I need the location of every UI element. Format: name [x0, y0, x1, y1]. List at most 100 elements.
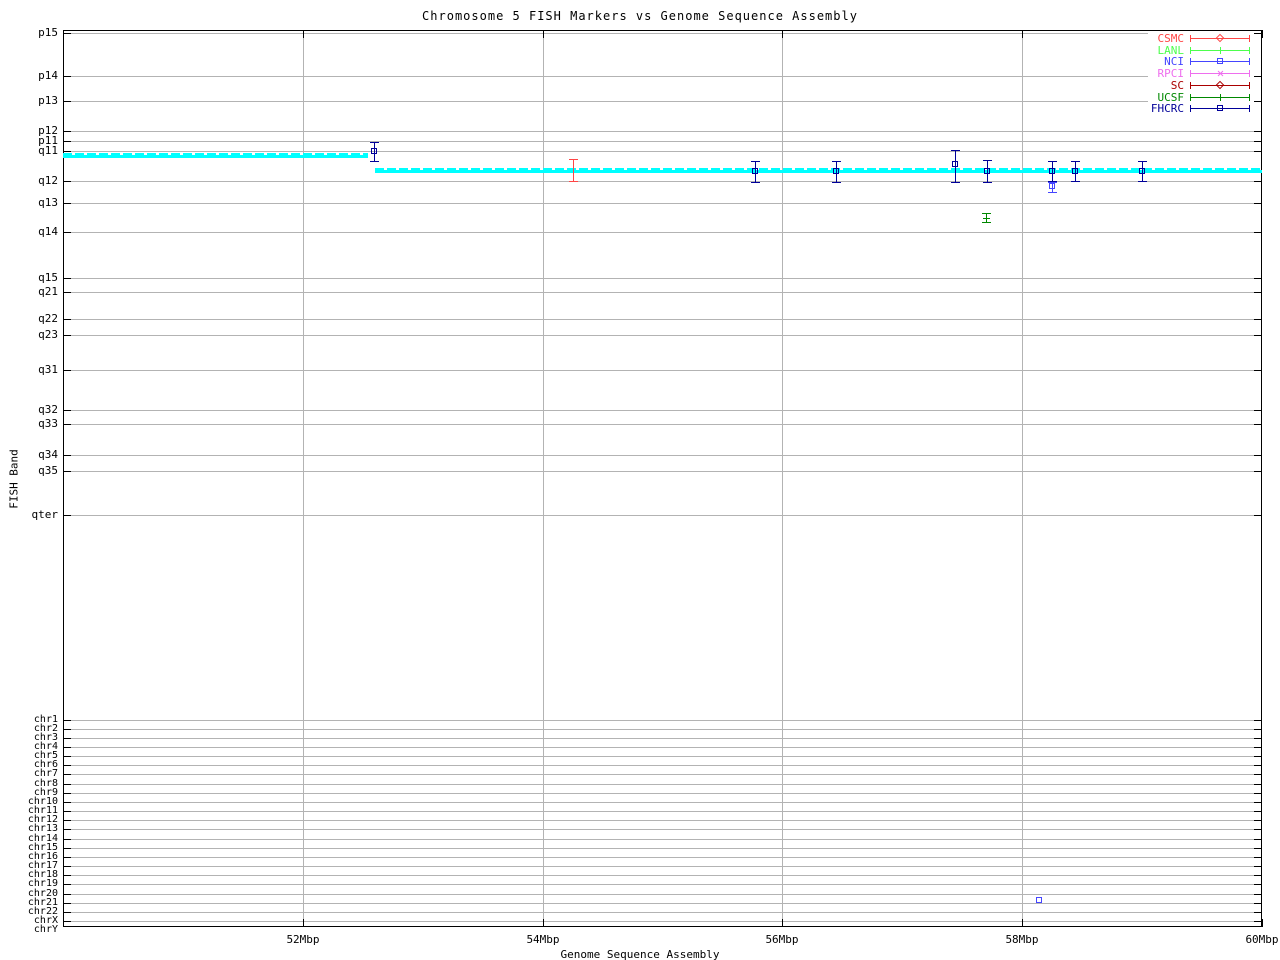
y-band-tick-right: [1254, 774, 1262, 775]
data-point-fhcrc: [951, 150, 960, 183]
y-band-tick-left: [63, 515, 71, 516]
legend-sample: [1190, 80, 1250, 92]
legend-row-rpci: RPCI: [1148, 68, 1254, 80]
error-bar-cap-bottom: [983, 182, 992, 183]
error-bar-cap-bottom: [951, 182, 960, 183]
error-bar-line: [573, 159, 574, 182]
y-band-label: chrY: [33, 924, 58, 935]
square-marker: [1217, 58, 1223, 65]
legend-sample: [1190, 68, 1250, 80]
y-band-gridline: [63, 774, 1262, 775]
error-bar-cap-top: [370, 142, 379, 143]
y-band-label: q15: [38, 271, 58, 284]
y-band-tick-right: [1254, 181, 1262, 182]
legend: CSMC LANL NCI RPCI SC UCSF FHCRC: [1148, 32, 1254, 118]
y-band-tick-right: [1254, 232, 1262, 233]
legend-row-fhcrc: FHCRC: [1148, 103, 1254, 115]
y-band-tick-right: [1254, 151, 1262, 152]
y-band-gridline: [63, 829, 1262, 830]
y-band-tick-left: [63, 141, 71, 142]
data-point-fhcrc: [832, 161, 841, 183]
y-band-label: p15: [38, 26, 58, 39]
y-band-label: q14: [38, 225, 58, 238]
y-band-tick-right: [1254, 319, 1262, 320]
y-band-gridline: [63, 921, 1262, 922]
y-band-gridline: [63, 515, 1262, 516]
y-band-tick-left: [63, 912, 71, 913]
y-band-tick-left: [63, 335, 71, 336]
legend-sample-cap-left: [1190, 46, 1191, 54]
y-band-gridline: [63, 756, 1262, 757]
y-band-tick-right: [1254, 101, 1262, 102]
y-band-tick-right: [1254, 424, 1262, 425]
fish-markers-chart: Chromosome 5 FISH Markers vs Genome Sequ…: [0, 0, 1280, 960]
y-band-tick-right: [1254, 370, 1262, 371]
y-band-tick-right: [1254, 203, 1262, 204]
y-band-gridline: [63, 181, 1262, 182]
y-band-label: q13: [38, 196, 58, 209]
error-bar-cap-bottom: [751, 182, 760, 183]
y-band-tick-left: [63, 774, 71, 775]
y-band-gridline: [63, 203, 1262, 204]
y-band-tick-left: [63, 747, 71, 748]
y-band-tick-left: [63, 101, 71, 102]
x-tick-mark-top: [782, 30, 783, 38]
square-marker: [1217, 105, 1223, 112]
legend-sample: [1190, 92, 1250, 104]
y-band-tick-left: [63, 33, 71, 34]
data-point-fhcrc: [1138, 161, 1147, 182]
legend-sample: [1190, 45, 1250, 57]
assembly-span-q11-2: [374, 168, 1262, 173]
plus-marker-v: [1220, 46, 1221, 54]
square-marker: [1139, 168, 1145, 174]
error-bar-cap-bottom: [569, 181, 578, 182]
y-band-tick-right: [1254, 848, 1262, 849]
y-band-tick-right: [1254, 141, 1262, 142]
error-bar-cap-top: [751, 161, 760, 162]
legend-sample-cap-right: [1249, 93, 1250, 101]
y-band-gridline: [63, 76, 1262, 77]
y-band-gridline: [63, 471, 1262, 472]
y-band-tick-left: [63, 151, 71, 152]
y-band-gridline: [63, 319, 1262, 320]
x-tick-mark-top: [543, 30, 544, 38]
y-band-gridline: [63, 424, 1262, 425]
x-tick-mark-bottom: [782, 919, 783, 927]
y-band-gridline: [63, 894, 1262, 895]
legend-sample-cap-right: [1249, 35, 1250, 42]
square-marker: [1049, 168, 1055, 174]
y-band-tick-right: [1254, 903, 1262, 904]
y-band-tick-right: [1254, 335, 1262, 336]
data-point-ucsf: [982, 213, 991, 223]
x-tick-label: 58Mbp: [1005, 933, 1039, 946]
y-band-gridline: [63, 866, 1262, 867]
error-bar-cap-top: [1048, 161, 1057, 162]
y-band-tick-right: [1254, 131, 1262, 132]
y-band-tick-right: [1254, 811, 1262, 812]
legend-label: SC: [1170, 78, 1184, 92]
y-band-tick-right: [1254, 921, 1262, 922]
error-bar-cap-top: [951, 150, 960, 151]
x-tick-mark-top: [303, 30, 304, 38]
legend-sample-cap-left: [1190, 105, 1191, 113]
error-bar-cap-bottom: [1138, 181, 1147, 182]
square-marker: [984, 168, 990, 174]
y-band-tick-right: [1254, 912, 1262, 913]
legend-label: FHCRC: [1150, 102, 1184, 116]
y-band-label: q34: [38, 448, 58, 461]
y-band-tick-left: [63, 410, 71, 411]
error-bar-cap-bottom: [1048, 192, 1057, 193]
legend-sample-cap-left: [1190, 70, 1191, 78]
x-tick-label: 56Mbp: [765, 933, 799, 946]
y-band-tick-right: [1254, 292, 1262, 293]
data-point-fhcrc: [1048, 161, 1057, 182]
x-axis-title: Genome Sequence Assembly: [560, 948, 720, 960]
y-band-tick-right: [1254, 33, 1262, 34]
y-band-tick-left: [63, 765, 71, 766]
diamond-marker: [1215, 80, 1225, 90]
y-band-label: p14: [38, 69, 58, 82]
y-band-tick-left: [63, 232, 71, 233]
y-band-tick-left: [63, 181, 71, 182]
error-bar-cap-top: [982, 213, 991, 214]
legend-sample: [1190, 33, 1250, 45]
